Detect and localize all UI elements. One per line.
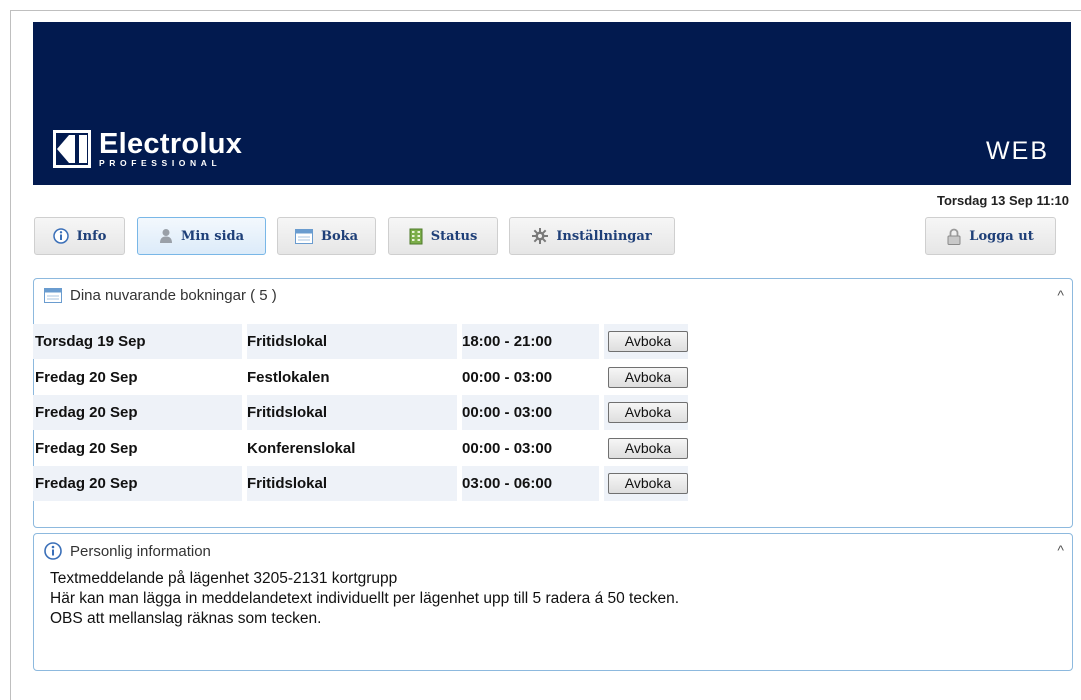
building-icon [409, 228, 423, 244]
personal-info-line: Textmeddelande på lägenhet 3205-2131 kor… [50, 570, 398, 587]
electrolux-logo: Electrolux PROFESSIONAL [53, 127, 243, 168]
bookings-panel-header[interactable]: Dina nuvarande bokningar ( 5 ) [44, 287, 277, 304]
bookings-title: Dina nuvarande bokningar ( 5 ) [70, 287, 277, 304]
nav-settings-button[interactable]: Inställningar [509, 217, 675, 255]
cancel-booking-button[interactable]: Avboka [608, 437, 688, 459]
personal-info-line: OBS att mellanslag räknas som tecken. [50, 610, 322, 627]
booking-action-cell: Avboka [604, 466, 688, 501]
logo-subtitle: PROFESSIONAL [99, 157, 222, 168]
booking-date: Fredag 20 Sep [33, 466, 242, 501]
nav-settings-label: Inställningar [556, 228, 652, 244]
calendar-icon [44, 288, 62, 303]
personal-info-text: Textmeddelande på lägenhet 3205-2131 kor… [50, 569, 679, 629]
lock-icon [947, 228, 961, 245]
booking-room: Festlokalen [247, 368, 330, 386]
booking-time: 18:00 - 21:00 [462, 324, 599, 359]
booking-room: Fritidslokal [247, 324, 457, 359]
gear-icon [532, 228, 549, 244]
booking-room: Fritidslokal [247, 466, 457, 501]
nav-book-label: Boka [320, 228, 359, 244]
electrolux-logo-icon [53, 130, 91, 168]
nav-info-label: Info [76, 228, 107, 244]
personal-info-line: Här kan man lägga in meddelandetext indi… [50, 590, 680, 607]
nav-my-page-label: Min sida [180, 228, 245, 244]
logout-button[interactable]: Logga ut [925, 217, 1056, 255]
cancel-booking-button[interactable]: Avboka [608, 331, 688, 352]
booking-row: Fredag 20 Sep Fritidslokal 00:00 - 03:00 Av… [33, 395, 688, 430]
personal-info-panel: Personlig information ^ Textmeddelande p… [33, 533, 1073, 671]
booking-time: 00:00 - 03:00 [462, 439, 553, 457]
booking-row: Fredag 20 Sep Fritidslokal 03:00 - 06:00 Av… [33, 466, 688, 501]
booking-date: Torsdag 19 Sep [33, 324, 242, 359]
collapse-chevron-icon[interactable]: ^ [1057, 542, 1064, 558]
header-banner: Electrolux PROFESSIONAL WEB [33, 22, 1071, 185]
collapse-chevron-icon[interactable]: ^ [1057, 287, 1064, 303]
user-icon [159, 229, 172, 243]
booking-time: 00:00 - 03:00 [462, 368, 553, 386]
web-label: WEB [986, 137, 1049, 165]
booking-action-cell: Avboka [604, 431, 688, 466]
current-datetime: Torsdag 13 Sep 11:10 [937, 193, 1069, 208]
booking-room: Konferenslokal [247, 439, 356, 457]
booking-date: Fredag 20 Sep [35, 368, 138, 386]
booking-row: Torsdag 19 Sep Fritidslokal 18:00 - 21:00 A… [33, 324, 688, 359]
info-icon [52, 228, 69, 244]
nav-status-button[interactable]: Status [388, 217, 498, 255]
booking-date: Fredag 20 Sep [33, 395, 242, 430]
booking-row: Fredag 20 Sep Konferenslokal 00:00 - 03:00… [33, 431, 688, 466]
booking-date: Fredag 20 Sep [35, 439, 138, 457]
booking-action-cell: Avboka [604, 324, 688, 359]
cancel-booking-button[interactable]: Avboka [608, 366, 688, 388]
booking-time: 00:00 - 03:00 [462, 395, 599, 430]
logout-label: Logga ut [969, 228, 1034, 244]
booking-action-cell: Avboka [604, 360, 688, 395]
calendar-icon [294, 228, 313, 244]
nav-my-page-button[interactable]: Min sida [137, 217, 266, 255]
booking-action-cell: Avboka [604, 395, 688, 430]
personal-info-panel-header[interactable]: Personlig information [44, 542, 211, 560]
booking-row: Fredag 20 Sep Festlokalen 00:00 - 03:00 Avb… [33, 360, 688, 395]
booking-time: 03:00 - 06:00 [462, 466, 599, 501]
logo-name: Electrolux [99, 127, 243, 160]
nav-status-label: Status [430, 228, 478, 244]
cancel-booking-button[interactable]: Avboka [608, 402, 688, 423]
nav-info-button[interactable]: Info [34, 217, 125, 255]
booking-room: Fritidslokal [247, 395, 457, 430]
info-icon [44, 542, 62, 560]
cancel-booking-button[interactable]: Avboka [608, 473, 688, 494]
nav-book-button[interactable]: Boka [277, 217, 376, 255]
personal-info-title: Personlig information [70, 542, 211, 560]
